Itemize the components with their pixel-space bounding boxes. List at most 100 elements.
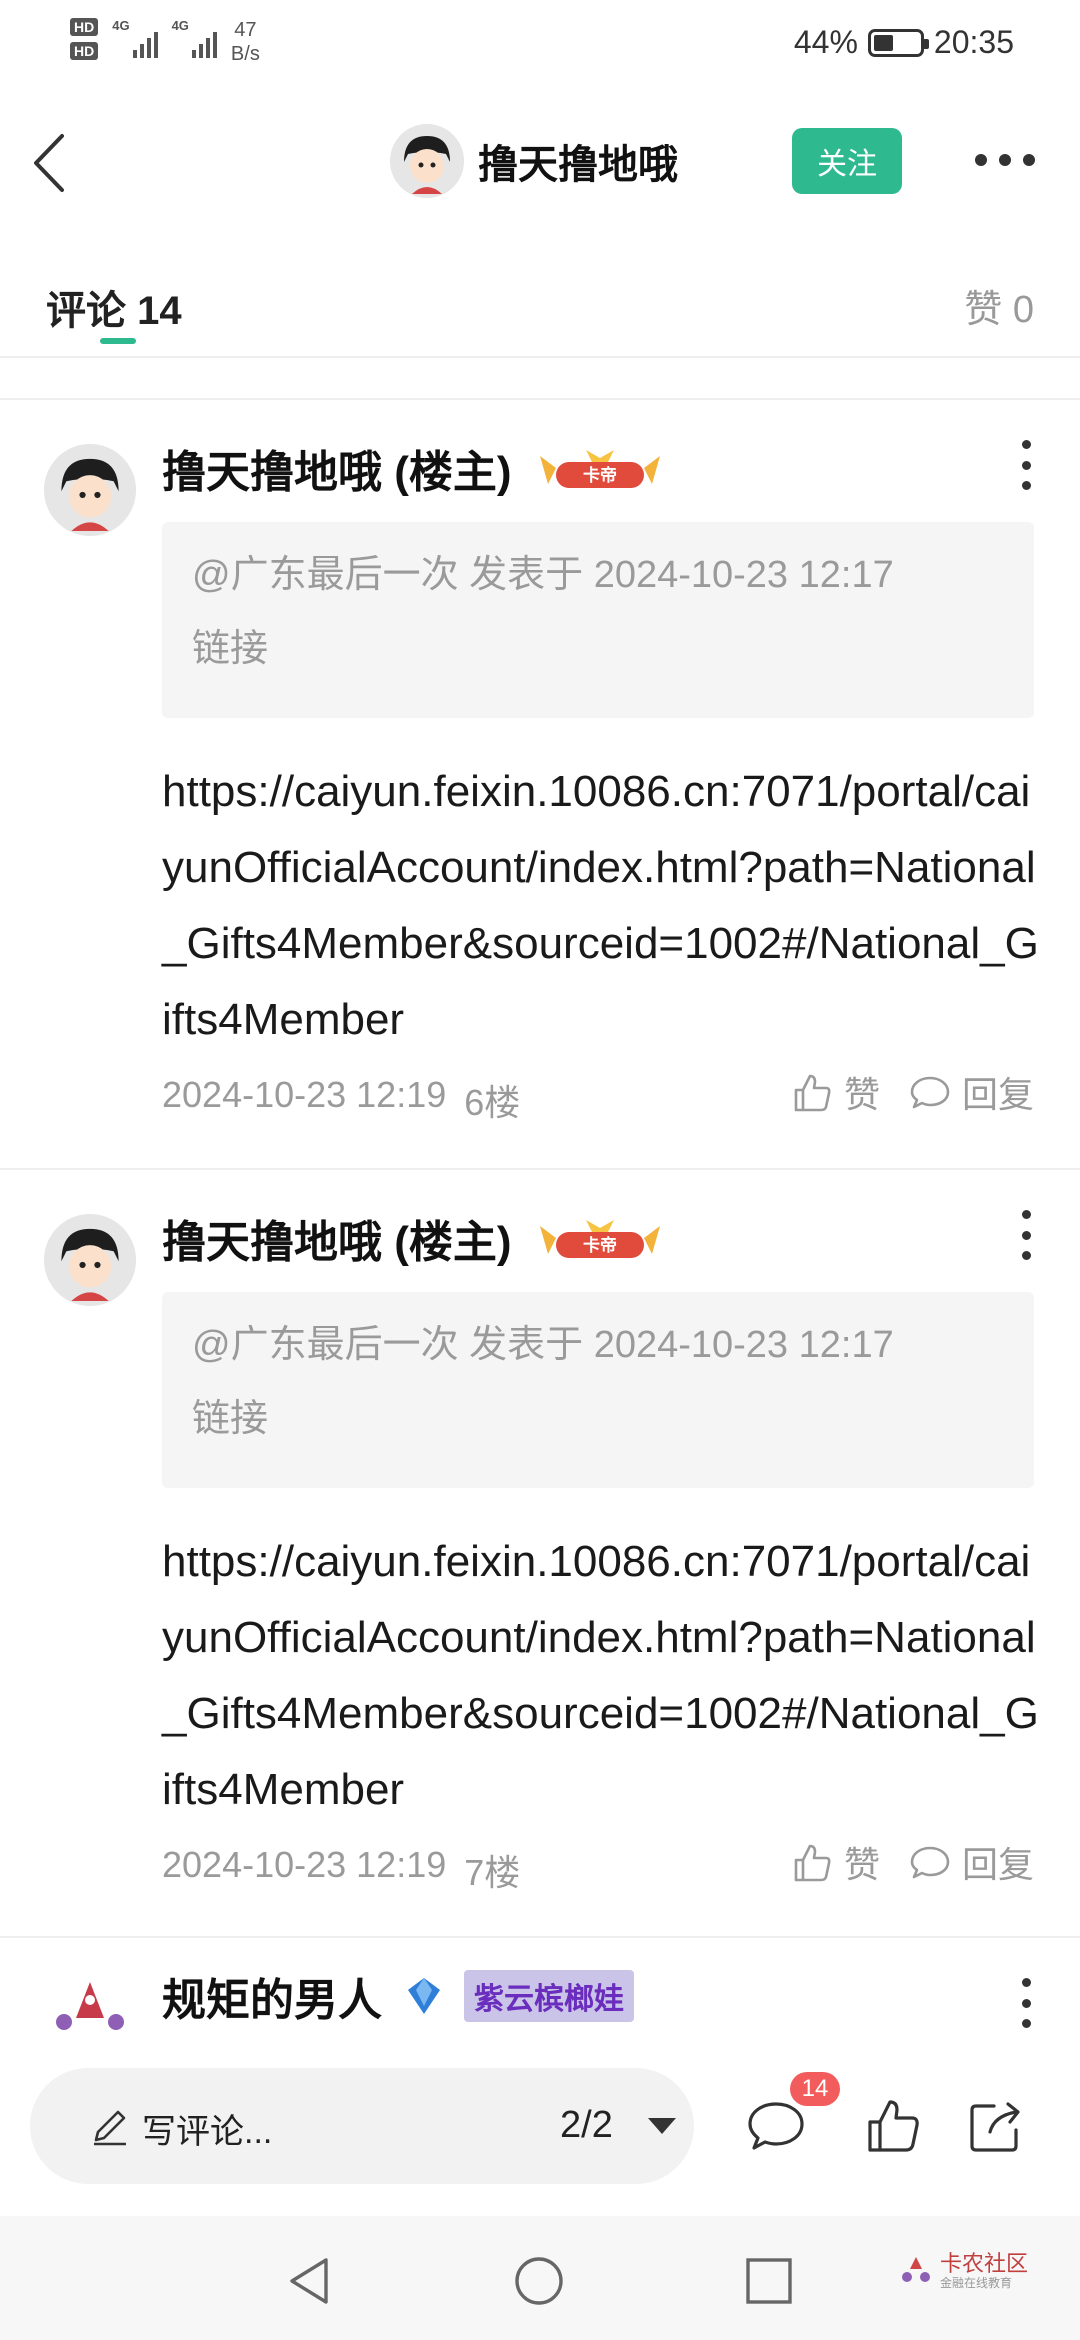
- network-speed: 47 B/s: [231, 18, 260, 66]
- battery-percent: 44%: [793, 24, 858, 60]
- author-badges: 紫云槟榔娃: [404, 1970, 634, 2022]
- watermark-name: 卡农社区: [939, 2251, 1028, 2276]
- badge-label: 卡帝: [583, 465, 617, 486]
- nav-recents-icon[interactable]: [742, 2254, 796, 2308]
- comment-author[interactable]: 撸天撸地哦 (楼主): [162, 436, 512, 500]
- comment-text[interactable]: https://caiyun.feixin.10086.cn:7071/port…: [162, 1524, 1042, 1828]
- comment-time: 2024-10-23 12:19: [162, 1844, 447, 1885]
- avatar-icon[interactable]: [44, 1214, 136, 1306]
- tab-comments-label: 评论: [46, 289, 126, 333]
- avatar-icon[interactable]: [390, 124, 464, 198]
- network-type-1: 4G: [112, 18, 130, 33]
- thumbs-up-icon[interactable]: [864, 2096, 924, 2156]
- hd-indicators: HD HD: [70, 18, 99, 60]
- comment-more-icon[interactable]: [1016, 1210, 1036, 1260]
- comment-more-icon[interactable]: [1016, 440, 1036, 490]
- comment-placeholder: 写评论...: [142, 2113, 273, 2151]
- header-user[interactable]: 撸天撸地哦: [390, 124, 678, 198]
- comment-time: 2024-10-23 12:19: [162, 1074, 447, 1115]
- author-role: (楼主): [394, 1218, 512, 1267]
- status-right: 44% 20:35: [794, 24, 1014, 61]
- comment-bubble-icon: [910, 1076, 950, 1109]
- quote-text: 链接: [192, 1398, 269, 1440]
- quote-meta: @广东最后一次 发表于 2024-10-23 12:17: [192, 554, 894, 596]
- reply-label: 回复: [961, 1074, 1034, 1115]
- status-left: HD HD 4G 4G 47 B/s: [70, 18, 260, 66]
- signal-icon-2: 4G: [172, 18, 217, 58]
- tab-likes-label: 赞: [964, 289, 1003, 331]
- thumbs-up-icon: [794, 1074, 831, 1112]
- tab-likes-count: 0: [1012, 289, 1034, 331]
- comment-item: 撸天撸地哦 (楼主) 卡帝 @广东最后一次 发表于 2024-10-23 12:…: [0, 400, 1080, 1168]
- clock: 20:35: [933, 24, 1014, 60]
- comment-input[interactable]: 写评论... 2/2: [30, 2068, 694, 2184]
- battery-fill: [873, 34, 894, 51]
- like-label: 赞: [843, 1844, 880, 1885]
- comment-count-badge: 14: [790, 2072, 840, 2106]
- comment-text[interactable]: https://caiyun.feixin.10086.cn:7071/port…: [162, 754, 1042, 1058]
- watermark-logo: 卡农社区 金融在线教育: [900, 2252, 1028, 2290]
- share-icon[interactable]: [966, 2096, 1026, 2156]
- reply-label: 回复: [961, 1844, 1034, 1885]
- quote-meta: @广东最后一次 发表于 2024-10-23 12:17: [192, 1324, 894, 1366]
- author-name[interactable]: 规矩的男人: [162, 1964, 382, 2028]
- diamond-badge-icon: [408, 1978, 440, 2014]
- comments-icon[interactable]: [746, 2096, 806, 2156]
- header-username: 撸天撸地哦: [478, 143, 678, 187]
- comment-floor: 7楼: [464, 1852, 521, 1893]
- like-button[interactable]: 赞: [790, 1066, 880, 1118]
- active-tab-indicator: [100, 338, 136, 344]
- avatar-icon[interactable]: [44, 444, 136, 536]
- more-options-icon[interactable]: [975, 150, 1035, 170]
- system-navigation: 卡农社区 金融在线教育: [0, 2216, 1080, 2340]
- comment-meta: 2024-10-23 12:19 6楼: [162, 1074, 520, 1126]
- like-label: 赞: [843, 1074, 880, 1115]
- comment-meta: 2024-10-23 12:19 7楼: [162, 1844, 520, 1896]
- avatar-icon[interactable]: [44, 1978, 136, 2036]
- tab-comments[interactable]: 评论 14: [46, 278, 182, 336]
- author-role: (楼主): [394, 448, 512, 497]
- kanong-logo-icon: [901, 2257, 930, 2282]
- tab-likes[interactable]: 赞 0: [964, 278, 1034, 333]
- hd-badge-2: HD: [70, 42, 99, 60]
- author-name: 撸天撸地哦: [162, 1218, 382, 1267]
- quoted-reply: @广东最后一次 发表于 2024-10-23 12:17 链接: [162, 1292, 1034, 1488]
- comment-header: 撸天撸地哦 (楼主) 卡帝: [162, 436, 666, 500]
- battery-icon: [867, 28, 929, 57]
- author-name: 撸天撸地哦: [162, 448, 382, 497]
- speed-unit: B/s: [230, 43, 260, 65]
- comment-author[interactable]: 撸天撸地哦 (楼主): [162, 1206, 512, 1270]
- comment-header: 规矩的男人 紫云槟榔娃: [162, 1964, 634, 2028]
- like-button[interactable]: 赞: [790, 1836, 880, 1888]
- pencil-icon: [94, 2110, 126, 2146]
- badge-label: 卡帝: [583, 1235, 617, 1256]
- quote-text: 链接: [192, 628, 269, 670]
- network-type-2: 4G: [171, 18, 189, 33]
- crown-badge-icon: 卡帝: [539, 450, 660, 488]
- comment-header: 撸天撸地哦 (楼主) 卡帝: [162, 1206, 666, 1270]
- comment-floor: 6楼: [464, 1082, 521, 1123]
- page-indicator[interactable]: 2/2: [560, 2104, 613, 2147]
- hd-badge-1: HD: [70, 18, 99, 36]
- watermark-sub: 金融在线教育: [939, 2276, 1012, 2290]
- comment-bubble-icon: [910, 1846, 950, 1879]
- crown-badge-icon: 卡帝: [539, 1220, 660, 1258]
- bottom-action-bar: 写评论... 2/2 14: [0, 2036, 1080, 2216]
- thumbs-up-icon: [794, 1844, 831, 1882]
- title-tag: 紫云槟榔娃: [464, 1970, 634, 2022]
- follow-button[interactable]: 关注: [792, 128, 902, 194]
- comment-actions: 赞 回复: [790, 1066, 1034, 1118]
- chevron-down-icon[interactable]: [648, 2118, 676, 2134]
- reply-button[interactable]: 回复: [908, 1836, 1034, 1888]
- nav-home-icon[interactable]: [512, 2254, 566, 2308]
- back-arrow-icon[interactable]: [26, 128, 76, 198]
- nav-back-icon[interactable]: [282, 2254, 336, 2308]
- speed-value: 47: [234, 19, 257, 41]
- comment-actions: 赞 回复: [790, 1836, 1034, 1888]
- comment-item: 撸天撸地哦 (楼主) 卡帝 @广东最后一次 发表于 2024-10-23 12:…: [0, 1170, 1080, 1938]
- quoted-reply: @广东最后一次 发表于 2024-10-23 12:17 链接: [162, 522, 1034, 718]
- comment-tabs: 评论 14 赞 0: [0, 262, 1080, 358]
- comment-more-icon[interactable]: [1016, 1978, 1036, 2028]
- reply-button[interactable]: 回复: [908, 1066, 1034, 1118]
- signal-icon-1: 4G: [112, 18, 158, 58]
